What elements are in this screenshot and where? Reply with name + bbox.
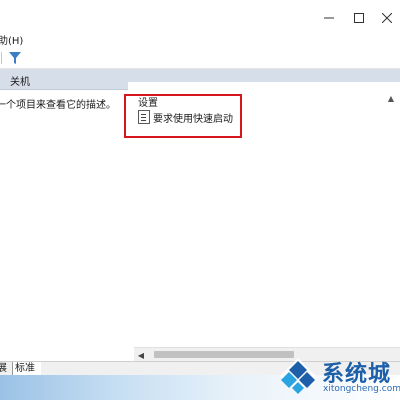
tab-extended[interactable]: 展 — [0, 362, 7, 375]
minimize-icon — [324, 17, 334, 19]
minimize-button[interactable] — [312, 0, 346, 36]
toolbar — [0, 48, 400, 69]
watermark-logo-icon — [280, 358, 316, 394]
close-icon — [382, 13, 392, 23]
tab-standard[interactable]: 标准 — [12, 362, 41, 375]
description-pane: 一个项目来查看它的描述。 — [0, 90, 128, 352]
close-button[interactable] — [370, 0, 400, 36]
scroll-up-button[interactable]: ▲ — [386, 92, 396, 104]
chevron-left-icon: ◀ — [137, 350, 145, 360]
title-bar — [0, 0, 400, 36]
menu-bar: 助(H) — [0, 36, 400, 48]
pane-title: 关机 — [10, 77, 30, 88]
filter-icon[interactable] — [9, 52, 21, 64]
scrollbar-thumb[interactable] — [154, 351, 294, 358]
scroll-left-button[interactable]: ◀ — [134, 348, 148, 362]
toolbar-separator — [1, 52, 2, 64]
description-text: 一个项目来查看它的描述。 — [0, 100, 116, 111]
highlight-box — [124, 94, 242, 138]
watermark-url: xitongcheng.com — [323, 384, 400, 394]
chevron-up-icon: ▲ — [387, 93, 395, 103]
menu-help[interactable]: 助(H) — [0, 36, 23, 48]
maximize-icon — [354, 13, 364, 23]
